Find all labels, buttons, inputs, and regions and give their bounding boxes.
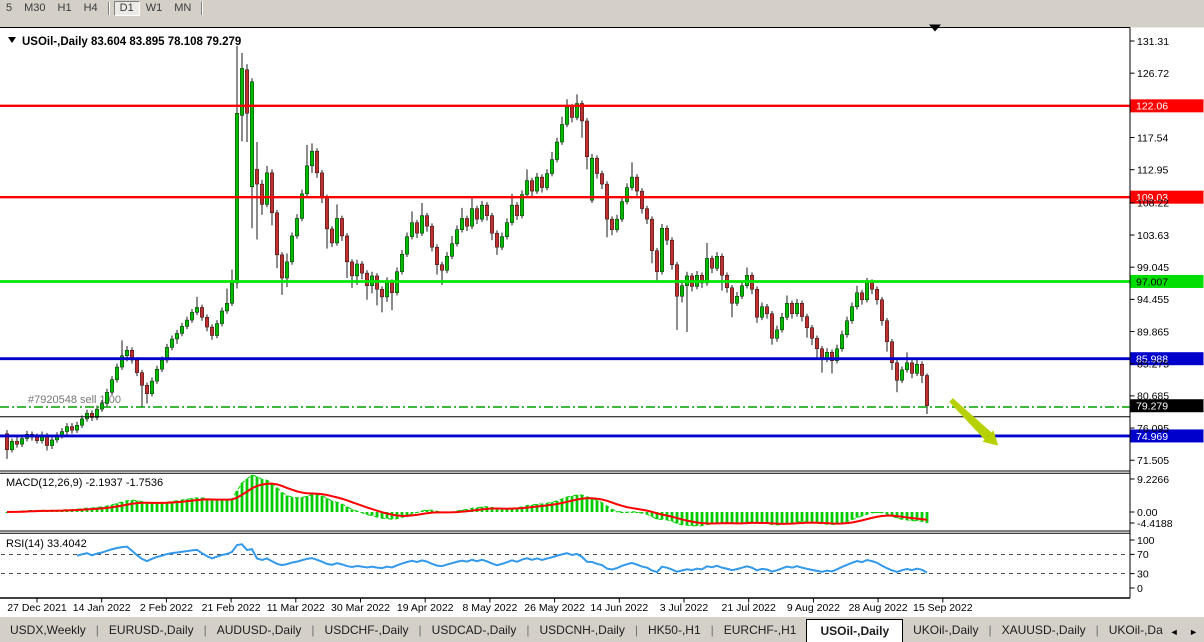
price-tick-label: 99.045 xyxy=(1137,262,1169,274)
tab-UKOil-,Da[interactable]: UKOil-,Da xyxy=(1099,619,1173,642)
tab-USOil-,Daily[interactable]: USOil-,Daily xyxy=(806,619,903,642)
date-tick-label: 8 May 2022 xyxy=(462,602,517,614)
date-tick-label: 2 Feb 2022 xyxy=(140,602,193,614)
timeframe-H1[interactable]: H1 xyxy=(52,1,78,16)
timeframe-W1[interactable]: W1 xyxy=(140,1,169,16)
date-tick-label: 21 Feb 2022 xyxy=(202,602,261,614)
tab-USDCHF-,Daily[interactable]: USDCHF-,Daily xyxy=(315,619,419,642)
timeframe-MN[interactable]: MN xyxy=(168,1,197,16)
tab-EURUSD-,Daily[interactable]: EURUSD-,Daily xyxy=(99,619,204,642)
rsi-axis-label: 70 xyxy=(1137,549,1149,561)
price-tick-label: 112.95 xyxy=(1137,165,1168,177)
date-tick-label: 14 Jan 2022 xyxy=(73,602,131,614)
rsi-axis-label: 100 xyxy=(1137,535,1155,547)
macd-axis-label: 9.2266 xyxy=(1137,474,1169,486)
price-tick-label: 76.095 xyxy=(1137,423,1169,435)
mt4-window: 5M30H1H4 D1W1MN #7920548 sell 1.00 USOil-… xyxy=(0,0,1204,642)
window-chrome-strip xyxy=(0,17,1204,28)
macd-axis-label: -4.4188 xyxy=(1137,518,1173,530)
chart-tabs: USDX,Weekly|EURUSD-,Daily|AUDUSD-,Daily|… xyxy=(0,616,1204,642)
chart-area[interactable]: #7920548 sell 1.00 USOil-,Daily 83.604 8… xyxy=(0,17,1204,616)
date-tick-label: 26 May 2022 xyxy=(524,602,585,614)
date-tick-label: 21 Jul 2022 xyxy=(722,602,776,614)
date-tick-label: 19 Apr 2022 xyxy=(397,602,454,614)
tab-USDCAD-,Daily[interactable]: USDCAD-,Daily xyxy=(422,619,527,642)
price-tick-label: 108.22 xyxy=(1137,198,1169,210)
timeframe-D1[interactable]: D1 xyxy=(114,1,140,16)
date-tick-label: 30 Mar 2022 xyxy=(331,602,390,614)
rsi-axis-label: 0 xyxy=(1137,583,1143,595)
date-tick-label: 27 Dec 2021 xyxy=(7,602,67,614)
price-tick-label: 85.275 xyxy=(1137,359,1169,371)
date-tick-label: 15 Sep 2022 xyxy=(913,602,973,614)
timeframe-M30[interactable]: M30 xyxy=(18,1,51,16)
price-tick-label: 117.54 xyxy=(1137,132,1168,144)
tab-USDCNH-,Daily[interactable]: USDCNH-,Daily xyxy=(529,619,634,642)
macd-label: MACD(12,26,9) -2.1937 -1.7536 xyxy=(6,477,163,489)
tab-HK50-,H1[interactable]: HK50-,H1 xyxy=(638,619,711,642)
level-badge-122.06: 122.06 xyxy=(1136,101,1168,113)
date-tick-label: 28 Aug 2022 xyxy=(849,602,908,614)
price-tick-label: 94.455 xyxy=(1137,294,1169,306)
tab-scroll-right-icon[interactable]: ► xyxy=(1189,627,1202,637)
tab-XAUUSD-,Daily[interactable]: XAUUSD-,Daily xyxy=(992,619,1096,642)
timeframe-H4[interactable]: H4 xyxy=(78,1,104,16)
date-tick-label: 14 Jun 2022 xyxy=(590,602,648,614)
price-tick-label: 89.865 xyxy=(1137,326,1169,338)
timeframe-5[interactable]: 5 xyxy=(0,1,18,16)
tab-scroll-arrows: ◄ ► xyxy=(1170,627,1202,637)
date-axis[interactable]: 27 Dec 2021 14 Jan 2022 2 Feb 2022 21 Feb 2… xyxy=(7,598,973,614)
tab-scroll-left-icon[interactable]: ◄ xyxy=(1170,627,1183,637)
tab-EURCHF-,H1[interactable]: EURCHF-,H1 xyxy=(714,619,807,642)
toolbar-divider xyxy=(108,2,110,15)
tab-UKOil-,Daily[interactable]: UKOil-,Daily xyxy=(903,619,988,642)
date-tick-label: 3 Jul 2022 xyxy=(660,602,709,614)
chart-title-group: USOil-,Daily 83.604 83.895 78.108 79.279 xyxy=(8,36,241,48)
rsi-axis-label: 30 xyxy=(1137,568,1149,580)
tab-AUDUSD-,Daily[interactable]: AUDUSD-,Daily xyxy=(207,619,312,642)
rsi-label: RSI(14) 33.4042 xyxy=(6,538,87,550)
price-tick-label: 80.685 xyxy=(1137,391,1169,403)
price-tick-label: 103.63 xyxy=(1137,230,1169,242)
price-tick-label: 126.72 xyxy=(1137,68,1169,80)
toolbar-divider xyxy=(201,2,203,15)
level-badge-97.007: 97.007 xyxy=(1136,276,1168,288)
date-tick-label: 11 Mar 2022 xyxy=(267,602,325,614)
chart-title: USOil-,Daily 83.604 83.895 78.108 79.279 xyxy=(22,36,241,48)
timeframe-toolbar: 5M30H1H4 D1W1MN xyxy=(0,0,1204,18)
price-tick-label: 131.31 xyxy=(1137,36,1169,48)
tab-USDX,Weekly[interactable]: USDX,Weekly xyxy=(0,619,96,642)
date-tick-label: 9 Aug 2022 xyxy=(787,602,840,614)
price-tick-label: 71.505 xyxy=(1137,455,1169,467)
